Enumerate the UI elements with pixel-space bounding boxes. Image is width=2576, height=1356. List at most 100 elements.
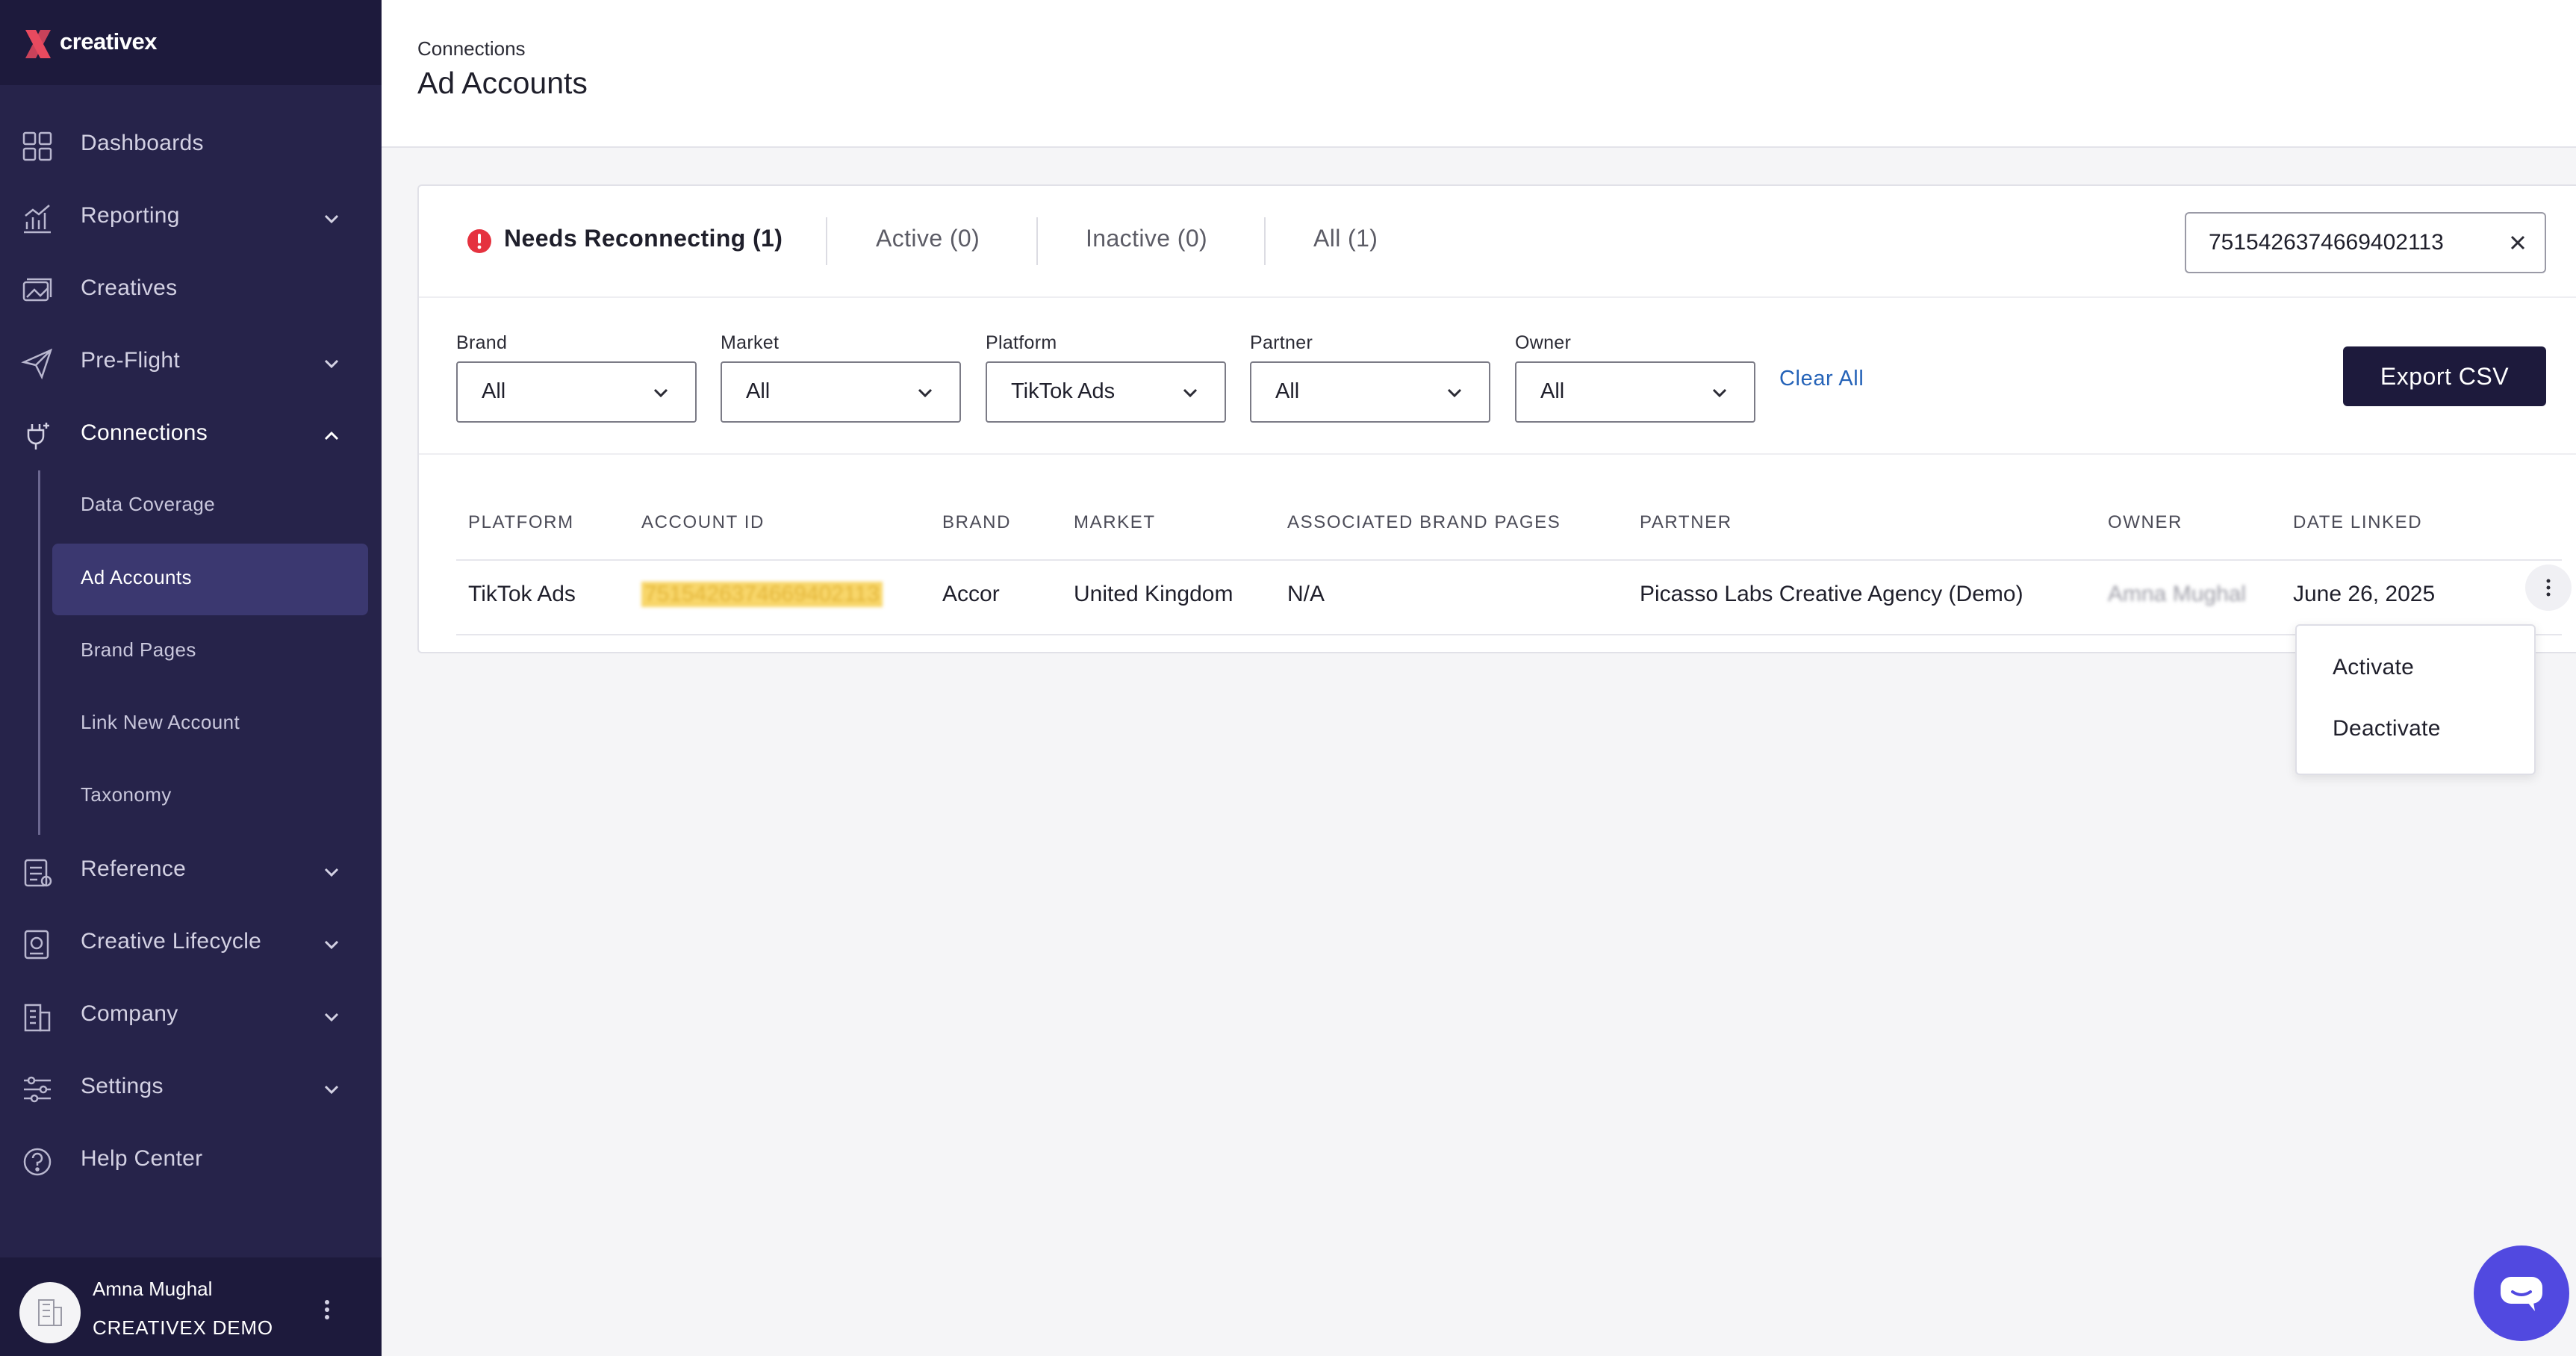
search-input[interactable] — [2209, 228, 2492, 257]
tab-divider — [826, 217, 827, 265]
cell-partner: Picasso Labs Creative Agency (Demo) — [1640, 582, 2023, 606]
cell-associated-pages: N/A — [1287, 582, 1325, 606]
nav-reporting[interactable]: Reporting — [0, 187, 382, 247]
ad-accounts-card: Needs Reconnecting (1) Active (0) Inacti… — [417, 184, 2576, 653]
chart-icon — [24, 205, 51, 234]
nav-label: Help Center — [81, 1146, 203, 1171]
sidebar-item-link-new-account[interactable]: Link New Account — [52, 688, 368, 760]
cell-platform: TikTok Ads — [468, 582, 576, 606]
chevron-down-icon[interactable] — [320, 860, 343, 884]
select-value: All — [482, 379, 506, 403]
menu-item-deactivate[interactable]: Deactivate — [2333, 716, 2441, 741]
filters-row: Brand All Market All Platform TikTok Ads… — [419, 296, 2576, 455]
cell-market: United Kingdom — [1074, 582, 1233, 606]
plug-icon — [27, 423, 49, 450]
cell-owner: Amna Mughal — [2108, 582, 2247, 606]
nav-label: Company — [81, 1001, 178, 1026]
tab-inactive[interactable]: Inactive (0) — [1086, 225, 1207, 252]
nav-reference[interactable]: Reference — [0, 841, 382, 901]
building-icon — [24, 1004, 51, 1032]
brand-select[interactable]: All — [456, 361, 697, 423]
nav-creative-lifecycle[interactable]: Creative Lifecycle — [0, 913, 382, 973]
chevron-down-icon[interactable] — [320, 1005, 343, 1029]
chevron-down-icon — [918, 388, 933, 398]
chevron-down-icon — [1447, 388, 1462, 398]
nav-label: Creative Lifecycle — [81, 929, 262, 954]
dashboard-grid-icon — [22, 131, 52, 161]
brand-bar: creativex — [0, 0, 382, 85]
filter-label: Owner — [1515, 332, 1572, 353]
owner-select[interactable]: All — [1515, 361, 1755, 423]
sidebar-item-taxonomy[interactable]: Taxonomy — [52, 761, 368, 833]
nav-company[interactable]: Company — [0, 986, 382, 1045]
nav-connections[interactable]: Connections — [0, 405, 382, 464]
user-menu-kebab-icon[interactable] — [321, 1295, 333, 1325]
close-icon[interactable] — [2506, 231, 2530, 255]
filter-label: Brand — [456, 332, 508, 353]
column-header[interactable]: DATE LINKED — [2293, 512, 2422, 533]
sidebar-item-data-coverage[interactable]: Data Coverage — [52, 470, 368, 542]
user-panel: Amna Mughal CREATIVEX DEMO — [0, 1257, 382, 1356]
paper-plane-icon — [21, 348, 53, 380]
chevron-down-icon[interactable] — [320, 352, 343, 376]
row-actions-button[interactable] — [2525, 565, 2572, 611]
row-actions-menu: Activate Deactivate — [2295, 624, 2536, 775]
chevron-down-icon[interactable] — [320, 933, 343, 957]
clear-all-link[interactable]: Clear All — [1779, 367, 1864, 391]
column-header[interactable]: PLATFORM — [468, 512, 574, 533]
chevron-down-icon[interactable] — [320, 207, 343, 231]
nav-label: Connections — [81, 420, 208, 445]
column-header[interactable]: ASSOCIATED BRAND PAGES — [1287, 512, 1561, 533]
nav-label: Dashboards — [81, 131, 204, 155]
column-header[interactable]: BRAND — [942, 512, 1011, 533]
page-header: Connections Ad Accounts — [382, 0, 2576, 148]
nav-label: Settings — [81, 1074, 164, 1098]
brand-name: creativex — [60, 28, 157, 55]
chat-support-button[interactable] — [2474, 1245, 2569, 1341]
tab-all[interactable]: All (1) — [1313, 225, 1378, 252]
partner-select[interactable]: All — [1250, 361, 1490, 423]
nav-settings[interactable]: Settings — [0, 1058, 382, 1118]
warning-icon — [467, 229, 491, 253]
table-row[interactable]: TikTok Ads 7515426374669402113 Accor Uni… — [456, 559, 2572, 635]
cell-brand: Accor — [942, 582, 1000, 606]
nav-creatives[interactable]: Creatives — [0, 260, 382, 320]
platform-select[interactable]: TikTok Ads — [986, 361, 1226, 423]
nav-pre-flight[interactable]: Pre-Flight — [0, 332, 382, 392]
breadcrumb[interactable]: Connections — [417, 37, 526, 60]
lifecycle-icon — [24, 930, 49, 960]
creativex-logo-icon[interactable] — [21, 27, 55, 61]
nav-label: Reporting — [81, 203, 180, 228]
select-value: All — [1275, 379, 1300, 403]
menu-item-activate[interactable]: Activate — [2333, 655, 2414, 680]
search-box[interactable] — [2185, 212, 2546, 273]
filter-label: Market — [721, 332, 780, 353]
export-csv-button[interactable]: Export CSV — [2343, 346, 2546, 406]
market-select[interactable]: All — [721, 361, 961, 423]
chat-bubble-icon — [2501, 1277, 2542, 1311]
chevron-down-icon — [1712, 388, 1727, 398]
table-header: PLATFORM ACCOUNT ID BRAND MARKET ASSOCIA… — [456, 498, 2562, 561]
sidebar: creativex Dashboards Reporting Creatives… — [0, 0, 382, 1356]
column-header[interactable]: ACCOUNT ID — [641, 512, 765, 533]
nav-dashboards[interactable]: Dashboards — [0, 115, 382, 175]
sliders-icon — [24, 1076, 51, 1103]
tab-active[interactable]: Active (0) — [876, 225, 980, 252]
chevron-down-icon[interactable] — [320, 1077, 343, 1101]
sidebar-item-ad-accounts[interactable]: Ad Accounts — [52, 544, 368, 615]
tab-needs-reconnecting[interactable]: Needs Reconnecting (1) — [504, 225, 783, 252]
nav-help-center[interactable]: Help Center — [0, 1130, 382, 1190]
column-header[interactable]: PARTNER — [1640, 512, 1732, 533]
user-name: Amna Mughal — [93, 1278, 213, 1300]
sub-label: Taxonomy — [81, 783, 172, 806]
column-header[interactable]: OWNER — [2108, 512, 2183, 533]
nav-label: Creatives — [81, 276, 178, 300]
help-icon — [23, 1148, 52, 1176]
sidebar-item-brand-pages[interactable]: Brand Pages — [52, 616, 368, 688]
chevron-up-icon[interactable] — [320, 424, 343, 448]
sub-label: Data Coverage — [81, 493, 216, 515]
column-header[interactable]: MARKET — [1074, 512, 1156, 533]
chevron-down-icon — [1183, 388, 1198, 398]
avatar[interactable] — [19, 1282, 81, 1343]
nav-label: Reference — [81, 856, 187, 881]
